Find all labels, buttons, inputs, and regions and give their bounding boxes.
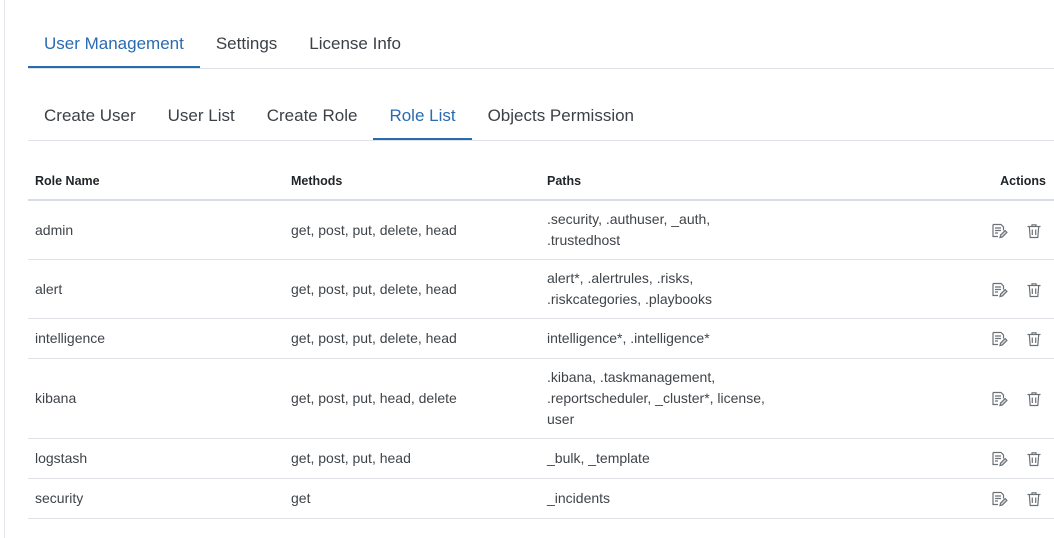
- edit-icon[interactable]: [990, 222, 1008, 240]
- delete-icon[interactable]: [1025, 450, 1043, 468]
- tab-objects-permission[interactable]: Objects Permission: [472, 93, 650, 140]
- actions-cell: [796, 259, 1054, 319]
- paths-cell: intelligence*, .intelligence*: [540, 318, 796, 359]
- delete-icon[interactable]: [1025, 490, 1043, 508]
- role-name-cell: intelligence: [28, 318, 284, 359]
- tab-user-management[interactable]: User Management: [28, 21, 200, 68]
- paths-cell: _bulk, _template: [540, 438, 796, 479]
- role-name-cell: logstash: [28, 438, 284, 479]
- delete-icon[interactable]: [1025, 281, 1043, 299]
- paths-text: .kibana, .taskmanagement, .reportschedul…: [547, 369, 765, 427]
- actions-cell: [796, 438, 1054, 479]
- delete-icon[interactable]: [1025, 390, 1043, 408]
- delete-icon[interactable]: [1025, 330, 1043, 348]
- table-row: security get _incidents: [28, 478, 1054, 519]
- table-row: kibana get, post, put, head, delete .kib…: [28, 358, 1054, 439]
- page: User Management Settings License Info Cr…: [0, 0, 1054, 538]
- table-row: alert get, post, put, delete, head alert…: [28, 259, 1054, 319]
- table-row: logstash get, post, put, head _bulk, _te…: [28, 438, 1054, 479]
- paths-text: intelligence*, .intelligence*: [547, 330, 710, 346]
- actions-cell: [796, 318, 1054, 359]
- actions-cell: [796, 358, 1054, 439]
- sub-tab-bar: Create User User List Create Role Role L…: [28, 93, 1054, 141]
- table-header-row: Role Name Methods Paths Actions: [28, 163, 1054, 201]
- table-row: intelligence get, post, put, delete, hea…: [28, 318, 1054, 359]
- edit-icon[interactable]: [990, 390, 1008, 408]
- edit-icon[interactable]: [990, 330, 1008, 348]
- paths-cell: .kibana, .taskmanagement, .reportschedul…: [540, 358, 796, 439]
- left-divider: [4, 0, 5, 538]
- paths-text: _bulk, _template: [547, 450, 650, 466]
- paths-text: .security, .authuser, _auth, .trustedhos…: [547, 211, 711, 248]
- role-name-cell: security: [28, 478, 284, 519]
- role-table: Role Name Methods Paths Actions admin ge…: [28, 163, 1054, 519]
- methods-cell: get, post, put, head, delete: [284, 358, 540, 439]
- tab-settings[interactable]: Settings: [200, 21, 293, 68]
- methods-cell: get, post, put, head: [284, 438, 540, 479]
- role-name-cell: alert: [28, 259, 284, 319]
- tab-role-list[interactable]: Role List: [373, 93, 472, 140]
- column-header-paths[interactable]: Paths: [540, 163, 796, 201]
- edit-icon[interactable]: [990, 490, 1008, 508]
- paths-cell: _incidents: [540, 478, 796, 519]
- role-name-cell: admin: [28, 200, 284, 260]
- methods-cell: get, post, put, delete, head: [284, 318, 540, 359]
- paths-cell: .security, .authuser, _auth, .trustedhos…: [540, 200, 796, 260]
- column-header-role-name[interactable]: Role Name: [28, 163, 284, 201]
- edit-icon[interactable]: [990, 450, 1008, 468]
- paths-text: _incidents: [547, 490, 611, 506]
- tab-create-user[interactable]: Create User: [28, 93, 152, 140]
- column-header-methods[interactable]: Methods: [284, 163, 540, 201]
- paths-cell: alert*, .alertrules, .risks, .riskcatego…: [540, 259, 796, 319]
- role-name-cell: kibana: [28, 358, 284, 439]
- tab-create-role[interactable]: Create Role: [251, 93, 374, 140]
- edit-icon[interactable]: [990, 281, 1008, 299]
- actions-cell: [796, 478, 1054, 519]
- methods-cell: get: [284, 478, 540, 519]
- delete-icon[interactable]: [1025, 222, 1043, 240]
- column-header-actions: Actions: [796, 163, 1054, 201]
- tab-user-list[interactable]: User List: [152, 93, 251, 140]
- top-tab-bar: User Management Settings License Info: [28, 21, 1054, 69]
- paths-text: alert*, .alertrules, .risks, .riskcatego…: [547, 270, 712, 307]
- methods-cell: get, post, put, delete, head: [284, 200, 540, 260]
- actions-cell: [796, 200, 1054, 260]
- table-row: admin get, post, put, delete, head .secu…: [28, 200, 1054, 260]
- tab-license-info[interactable]: License Info: [293, 21, 417, 68]
- methods-cell: get, post, put, delete, head: [284, 259, 540, 319]
